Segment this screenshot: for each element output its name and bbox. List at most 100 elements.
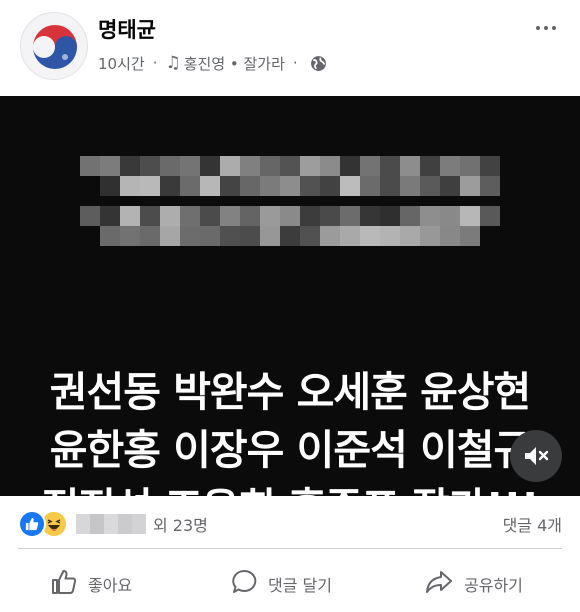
music-track[interactable]: 홍진영 • 잘가라 xyxy=(184,53,285,74)
pixelated-block xyxy=(380,226,400,246)
pixelated-block xyxy=(180,206,200,226)
speaker-muted-icon[interactable] xyxy=(510,430,562,482)
pixelated-block xyxy=(460,206,480,226)
pixelated-block xyxy=(240,206,260,226)
like-label: 좋아요 xyxy=(88,576,133,595)
pixelated-block xyxy=(160,206,180,226)
pixelated-block xyxy=(180,176,200,196)
pixelated-block xyxy=(420,176,440,196)
globe-icon[interactable] xyxy=(310,55,327,72)
post-time[interactable]: 10시간 xyxy=(98,53,145,74)
pixelated-block xyxy=(200,226,220,246)
blurred-reactor-name xyxy=(76,514,146,534)
pixelated-block xyxy=(160,156,180,176)
pixelated-block xyxy=(260,156,280,176)
more-options-icon[interactable] xyxy=(530,18,562,38)
pixelated-block xyxy=(240,176,260,196)
pixelated-block xyxy=(200,156,220,176)
pixelated-block xyxy=(100,156,120,176)
pixelated-block xyxy=(80,206,100,226)
pixelated-block xyxy=(300,156,320,176)
pixelated-block xyxy=(420,206,440,226)
pixelated-block xyxy=(120,206,140,226)
pixelated-block xyxy=(200,206,220,226)
music-note-icon: ♫ xyxy=(165,53,181,73)
pixelated-block xyxy=(440,176,460,196)
overlay-line: 윤한홍 이장우 이준석 이철규 xyxy=(49,426,531,474)
speech-bubble-icon xyxy=(230,568,258,600)
pixelated-block xyxy=(260,176,280,196)
pixelated-block xyxy=(400,176,420,196)
action-bar: 좋아요 댓글 달기 공유하기 xyxy=(0,556,580,612)
pixelated-block xyxy=(440,156,460,176)
pixelated-block xyxy=(280,206,300,226)
pixelated-block xyxy=(300,226,320,246)
pixelated-block xyxy=(420,156,440,176)
comment-button[interactable]: 댓글 달기 xyxy=(230,556,332,612)
author-name[interactable]: 명태균 xyxy=(98,14,156,44)
pixelated-block xyxy=(180,156,200,176)
pixelated-block xyxy=(440,226,460,246)
pixelated-block xyxy=(80,156,100,176)
pixelated-block xyxy=(320,206,340,226)
pixelated-block xyxy=(140,206,160,226)
pixelated-block xyxy=(400,206,420,226)
pixelated-block xyxy=(120,176,140,196)
pixelated-block xyxy=(160,176,180,196)
pixelated-block xyxy=(420,226,440,246)
divider xyxy=(18,548,562,549)
pixelated-block xyxy=(360,226,380,246)
pixelated-block xyxy=(320,176,340,196)
pixelated-block xyxy=(340,176,360,196)
avatar[interactable] xyxy=(20,12,88,80)
pixelated-block xyxy=(220,206,240,226)
pixelated-block xyxy=(100,206,120,226)
pixelated-block xyxy=(460,226,480,246)
reactions-bar: 외 23명 댓글 4개 xyxy=(0,502,580,546)
pixelated-block xyxy=(380,206,400,226)
pixelated-block xyxy=(240,156,260,176)
pixelated-block xyxy=(360,156,380,176)
pixelated-block xyxy=(240,226,260,246)
pixelated-block xyxy=(260,206,280,226)
post-header: 명태균 10시간 · ♫ 홍진영 • 잘가라 · xyxy=(0,0,580,96)
pixelated-block xyxy=(460,176,480,196)
share-arrow-icon xyxy=(424,568,454,600)
pixelated-block xyxy=(480,156,500,176)
pixelated-block xyxy=(260,226,280,246)
pixelated-block xyxy=(220,156,240,176)
pixelated-block xyxy=(440,206,460,226)
pixelated-block xyxy=(220,226,240,246)
share-button[interactable]: 공유하기 xyxy=(424,556,523,612)
avatar-logo xyxy=(22,14,87,79)
share-label: 공유하기 xyxy=(464,576,523,595)
reaction-count[interactable]: 외 23명 xyxy=(153,512,208,536)
pixelated-block xyxy=(300,206,320,226)
pixelated-block xyxy=(140,156,160,176)
pixelated-block xyxy=(480,176,500,196)
pixelated-block xyxy=(460,156,480,176)
pixelated-block xyxy=(100,226,120,246)
comment-count[interactable]: 댓글 4개 xyxy=(503,512,562,536)
post-meta: 10시간 · ♫ 홍진영 • 잘가라 · xyxy=(98,51,327,75)
comment-label: 댓글 달기 xyxy=(268,576,332,595)
like-reaction-icon xyxy=(18,510,46,538)
pixelated-block xyxy=(120,226,140,246)
pixelated-block xyxy=(300,176,320,196)
pixelated-block xyxy=(480,206,500,226)
video-overlay-text: 권선동 박완수 오세훈 윤상현 윤한홍 이장우 이준석 이철규 정진석 조은희 … xyxy=(0,363,580,496)
overlay-line: 정진석 조은희 홍준표 잘가!!! xyxy=(0,479,580,496)
pixelated-block xyxy=(180,226,200,246)
pixelated-block xyxy=(340,156,360,176)
post-video[interactable]: 권선동 박완수 오세훈 윤상현 윤한홍 이장우 이준석 이철규 정진석 조은희 … xyxy=(0,96,580,496)
pixelated-block xyxy=(280,156,300,176)
like-button[interactable]: 좋아요 xyxy=(50,556,132,612)
meta-separator: · xyxy=(292,54,298,72)
pixelated-block xyxy=(140,176,160,196)
pixelated-block xyxy=(120,156,140,176)
pixelated-block xyxy=(320,226,340,246)
overlay-line: 권선동 박완수 오세훈 윤상현 xyxy=(49,368,531,416)
reaction-icons[interactable] xyxy=(18,510,82,538)
pixelated-block xyxy=(160,226,180,246)
pixelated-block xyxy=(380,156,400,176)
